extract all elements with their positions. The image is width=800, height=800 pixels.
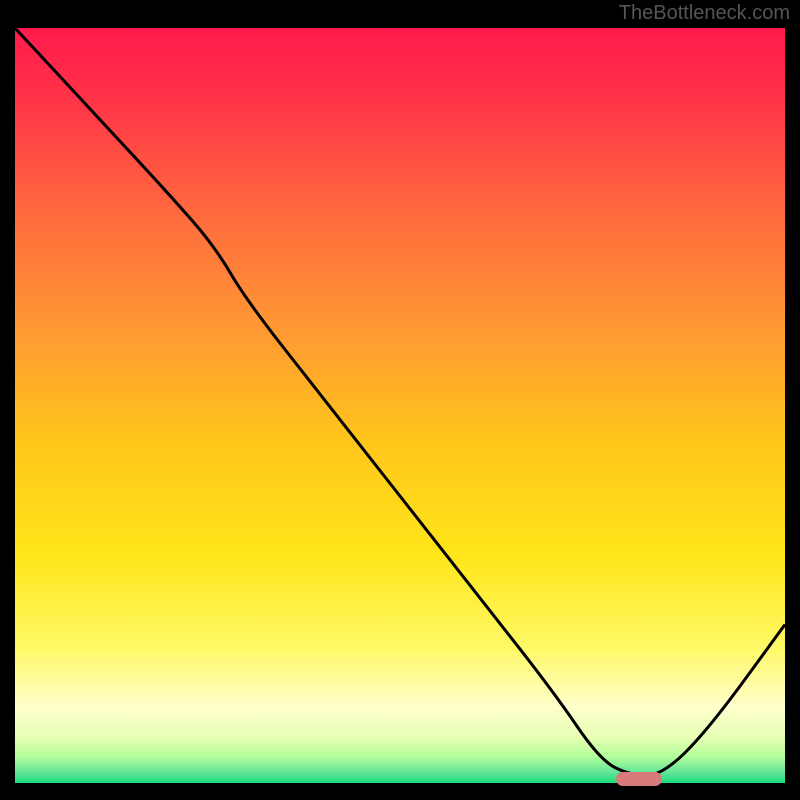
optimal-marker <box>616 772 662 786</box>
bottleneck-curve <box>15 28 785 783</box>
watermark-text: TheBottleneck.com <box>619 2 790 25</box>
plot-area <box>15 28 785 783</box>
